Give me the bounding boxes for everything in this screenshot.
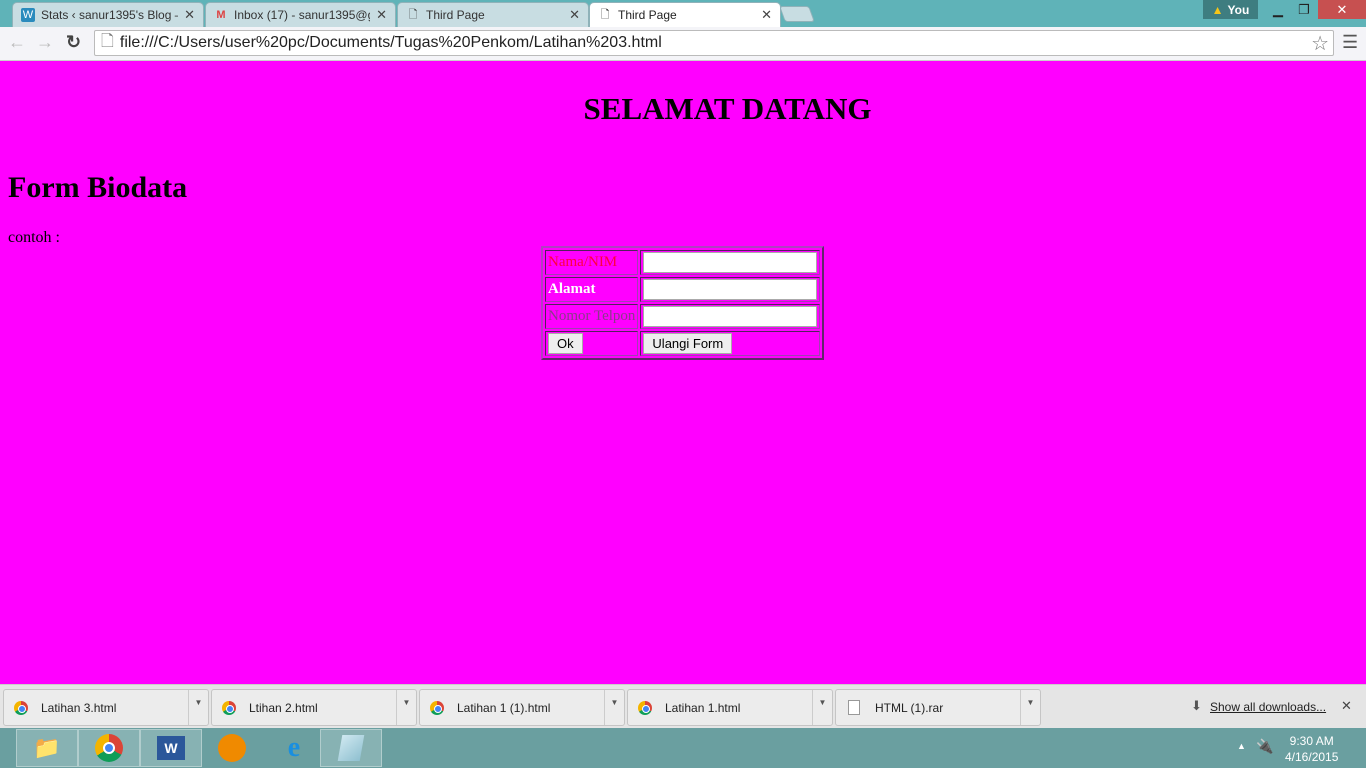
address-bar[interactable]: 🗋 file:///C:/Users/user%20pc/Documents/Tu… [94, 30, 1334, 56]
nama-nim-label: Nama/NIM [545, 250, 639, 275]
title-bar: W Stats ‹ sanur1395's Blog – ✕ M Inbox (17)… [0, 0, 1366, 27]
chrome-icon [14, 700, 28, 715]
chrome-icon [430, 700, 444, 715]
notepad-icon[interactable] [320, 729, 382, 767]
chevron-down-icon[interactable]: ▼ [812, 690, 832, 725]
download-item[interactable]: Ltihan 2.html ▼ [211, 689, 417, 726]
nomor-telpon-label: Nomor Telpon [545, 304, 639, 329]
download-item[interactable]: Latihan 1.html ▼ [627, 689, 833, 726]
form-cell [640, 277, 821, 302]
clock-date: 4/16/2015 [1285, 750, 1339, 764]
ok-button[interactable]: Ok [548, 333, 583, 354]
download-item[interactable]: Latihan 3.html ▼ [3, 689, 209, 726]
tab-third-page[interactable]: 🗋 Third Page ✕ [397, 2, 589, 27]
alamat-label: Alamat [545, 277, 639, 302]
tab-label: Third Page [618, 8, 677, 22]
minimize-button[interactable]: ▁ [1264, 0, 1292, 19]
chevron-down-icon[interactable]: ▼ [396, 690, 416, 725]
nomor-telpon-input[interactable] [643, 306, 818, 327]
taskbar: 📁 W e ▲ 🔌 9:30 AM 4/16/2015 [0, 728, 1366, 768]
biodata-form: Nama/NIM Alamat Nomor Telpon Ok Ulangi Fo… [541, 246, 825, 360]
download-name: Latihan 1 (1).html [457, 700, 551, 715]
form-row: Ok Ulangi Form [545, 331, 821, 356]
file-icon [848, 700, 860, 715]
download-arrow-icon: ⬇ [1191, 698, 1202, 713]
nama-nim-input[interactable] [643, 252, 818, 273]
gom-player-icon[interactable] [201, 729, 263, 767]
download-name: HTML (1).rar [875, 700, 944, 715]
welcome-heading: SELAMAT DATANG [583, 91, 872, 126]
alamat-input[interactable] [643, 279, 818, 300]
close-tab-icon[interactable]: ✕ [761, 7, 772, 23]
clock-time: 9:30 AM [1289, 734, 1334, 748]
tab-label: Third Page [426, 8, 485, 22]
download-name: Ltihan 2.html [249, 700, 318, 715]
gmail-icon: M [216, 9, 226, 21]
close-window-button[interactable]: ✕ [1318, 0, 1366, 19]
download-name: Latihan 3.html [41, 700, 117, 715]
close-tab-icon[interactable]: ✕ [184, 7, 195, 23]
form-row: Nama/NIM [545, 250, 821, 275]
page-icon: 🗋 [408, 8, 418, 21]
form-cell [640, 250, 821, 275]
system-clock[interactable]: 9:30 AM 4/16/2015 [1285, 733, 1338, 765]
page-icon: 🗋 [101, 32, 114, 50]
chrome-icon [638, 700, 652, 715]
tab-inbox[interactable]: M Inbox (17) - sanur1395@g ✕ [205, 2, 396, 27]
internet-explorer-icon[interactable]: e [263, 729, 325, 767]
show-hidden-icons[interactable]: ▲ [1237, 741, 1246, 751]
profile-button[interactable]: ▲ You [1203, 0, 1258, 19]
warning-icon: ▲ [1211, 2, 1224, 17]
page-content: SELAMAT DATANG Form Biodata contoh : Nam… [0, 61, 1366, 684]
tab-stats[interactable]: W Stats ‹ sanur1395's Blog – ✕ [12, 2, 204, 27]
chrome-icon [222, 700, 236, 715]
chrome-icon[interactable] [78, 729, 140, 767]
chevron-down-icon[interactable]: ▼ [1020, 690, 1040, 725]
form-cell: Ok [545, 331, 639, 356]
url-text: file:///C:/Users/user%20pc/Documents/Tug… [119, 34, 662, 51]
tab-label: Stats ‹ sanur1395's Blog – [41, 8, 179, 22]
close-tab-icon[interactable]: ✕ [376, 7, 387, 23]
page-icon: 🗋 [600, 8, 610, 21]
word-icon[interactable]: W [140, 729, 202, 767]
form-cell: Ulangi Form [640, 331, 821, 356]
caption-text: contoh : [8, 229, 60, 246]
form-row: Nomor Telpon [545, 304, 821, 329]
restore-button[interactable]: ❐ [1290, 0, 1318, 19]
close-tab-icon[interactable]: ✕ [569, 7, 580, 23]
menu-icon[interactable]: ☰ [1342, 32, 1358, 53]
star-icon[interactable]: ☆ [1311, 31, 1329, 56]
form-row: Alamat [545, 277, 821, 302]
close-downloads-icon[interactable]: ✕ [1341, 698, 1352, 714]
show-all-downloads-link[interactable]: Show all downloads... [1210, 700, 1326, 714]
file-explorer-icon[interactable]: 📁 [16, 729, 78, 767]
chevron-down-icon[interactable]: ▼ [604, 690, 624, 725]
chevron-down-icon[interactable]: ▼ [188, 690, 208, 725]
download-name: Latihan 1.html [665, 700, 741, 715]
reset-button[interactable]: Ulangi Form [643, 333, 733, 354]
form-cell [640, 304, 821, 329]
tab-third-page-active[interactable]: 🗋 Third Page ✕ [589, 2, 781, 27]
download-item[interactable]: HTML (1).rar ▼ [835, 689, 1041, 726]
downloads-bar: Latihan 3.html ▼ Ltihan 2.html ▼ Latihan 1… [0, 684, 1366, 728]
back-icon[interactable]: ← [8, 32, 26, 53]
forward-icon[interactable]: → [36, 32, 54, 53]
reload-icon[interactable]: ↻ [66, 32, 81, 53]
tab-label: Inbox (17) - sanur1395@g [234, 8, 371, 22]
download-item[interactable]: Latihan 1 (1).html ▼ [419, 689, 625, 726]
page-title: Form Biodata [8, 171, 188, 204]
toolbar: ← → ↻ 🗋 file:///C:/Users/user%20pc/Docume… [0, 27, 1366, 61]
profile-name: You [1227, 2, 1250, 17]
new-tab-button[interactable] [779, 6, 815, 22]
network-icon[interactable]: 🔌 [1256, 738, 1273, 755]
wordpress-icon: W [21, 8, 35, 22]
